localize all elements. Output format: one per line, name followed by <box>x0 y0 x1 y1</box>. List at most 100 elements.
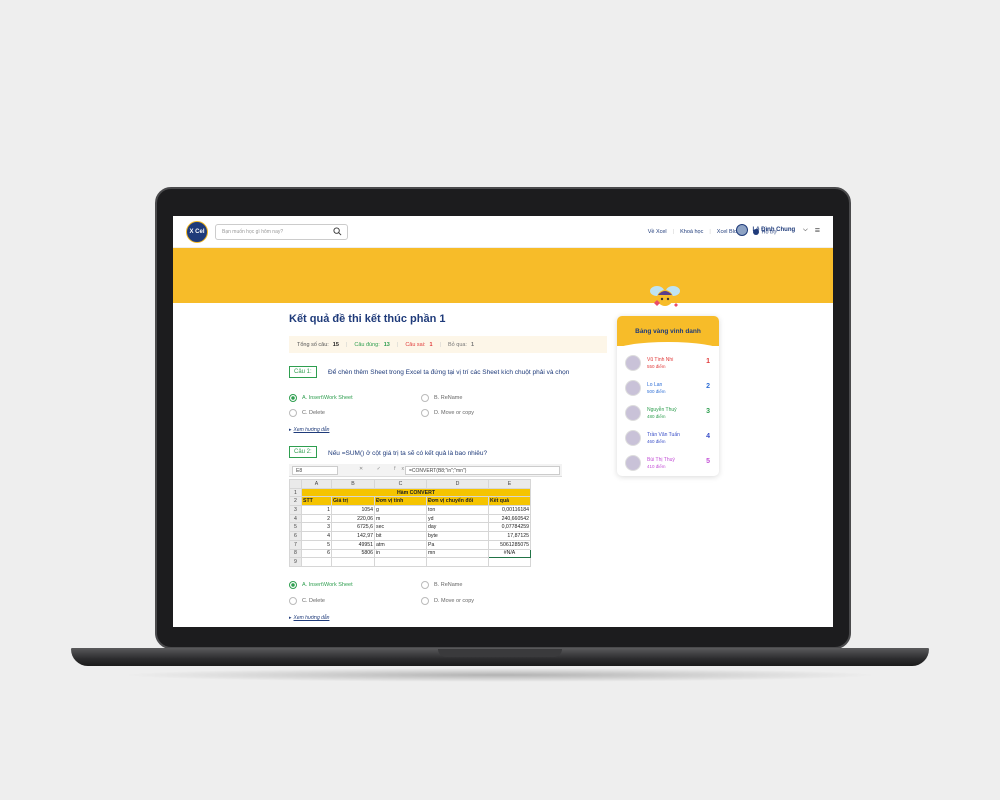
header-cell: Đơn vị chuyển đổi <box>426 496 489 507</box>
cell: 220,06 <box>331 513 375 524</box>
option-label: B. ReName <box>434 395 463 401</box>
header-cell: Giá trị <box>331 496 375 507</box>
search-icon[interactable] <box>333 227 342 236</box>
row-number: 1 <box>289 487 302 498</box>
q2-option-a[interactable]: A. Insert\Work Sheet <box>289 581 353 589</box>
selected-cell: #N/A <box>488 548 531 559</box>
nav-courses[interactable]: Khoá học <box>680 229 703 235</box>
avatar <box>625 405 641 421</box>
cell: 1 <box>301 505 332 515</box>
formula-text: =CONVERT(B8;"in";"mn") <box>405 466 560 475</box>
leaderboard-name: Nguyễn Thuý <box>647 406 677 413</box>
nav-divider: | <box>709 229 711 235</box>
leaderboard-rank: 3 <box>706 408 710 415</box>
laptop-notch <box>438 649 562 657</box>
user-name: Lê Đình Chung <box>752 227 796 233</box>
q1-option-b[interactable]: B. ReName <box>421 394 462 402</box>
cell: bit <box>374 531 427 541</box>
col-header: B <box>331 479 375 489</box>
radio-icon <box>289 597 297 605</box>
cell: 2 <box>301 513 332 524</box>
leaderboard-rank: 5 <box>706 458 710 465</box>
q2-option-d[interactable]: D. Move or copy <box>421 597 474 605</box>
q1-option-c[interactable]: C. Delete <box>289 409 325 417</box>
cell: sec <box>374 522 427 533</box>
leaderboard-rank: 1 <box>706 358 710 365</box>
cell: 0,07784259 <box>488 522 531 533</box>
summary-divider: | <box>345 341 348 348</box>
leaderboard-item[interactable]: Nguyễn Thuý 480 điểm 3 <box>625 403 713 423</box>
leaderboard-item[interactable]: Lo Lan 500 điểm 2 <box>625 378 713 398</box>
table-row: 8 6 5806 in mn #N/A <box>289 548 531 559</box>
row-number: 4 <box>289 513 302 524</box>
leaderboard-item[interactable]: Trần Văn Tuấn 460 điểm 4 <box>625 428 713 448</box>
table-row: 6 4 142,97 bit byte 17,87125 <box>289 531 531 541</box>
leaderboard-name: Vũ Tình Nhi <box>647 356 674 363</box>
header-cell: Kết quả <box>488 496 531 507</box>
question-1-text: Để chèn thêm Sheet trong Excel ta đứng t… <box>328 369 570 376</box>
table-row: 1 Hàm CONVERT <box>289 487 531 498</box>
search-input[interactable]: Bạn muốn học gì hôm nay? <box>215 224 348 240</box>
cell: mn <box>426 548 489 559</box>
site-logo[interactable]: X Cel <box>186 221 208 243</box>
table-row: 3 1 1054 g ton 0,00116184 <box>289 505 531 515</box>
row-number: 6 <box>289 531 302 541</box>
option-label: A. Insert\Work Sheet <box>302 582 353 588</box>
cell: in <box>374 548 427 559</box>
q2-hint-link[interactable]: Xem hướng dẫn <box>289 615 330 621</box>
row-number: 8 <box>289 548 302 559</box>
header-cell: Đơn vị tính <box>374 496 427 507</box>
fx-icon: ✕ ✓ fx <box>359 466 411 472</box>
total-label: Tổng số câu: <box>297 341 329 348</box>
chevron-down-icon[interactable]: ⌵ <box>803 227 808 234</box>
hamburger-menu-icon[interactable]: ≡ <box>815 225 820 235</box>
column-header-row: A B C D E <box>289 479 531 489</box>
avatar <box>625 355 641 371</box>
q1-option-a[interactable]: A. Insert\Work Sheet <box>289 394 353 402</box>
leaderboard-score: 460 điểm <box>647 438 666 444</box>
sheet-title: Hàm CONVERT <box>301 487 531 498</box>
leaderboard-rank: 4 <box>706 433 710 440</box>
avatar <box>735 224 748 236</box>
table-row: 4 2 220,06 m yd 240,660542 <box>289 513 531 524</box>
hero-banner <box>173 248 833 303</box>
cell: yd <box>426 513 489 524</box>
radio-selected-icon <box>289 394 297 402</box>
cell: 5806 <box>331 548 375 559</box>
cell: ton <box>426 505 489 515</box>
q2-option-c[interactable]: C. Delete <box>289 597 325 605</box>
q2-option-b[interactable]: B. ReName <box>421 581 462 589</box>
nav-about[interactable]: Về Xcel <box>648 229 667 235</box>
question-1-label: Câu 1: <box>289 366 317 378</box>
summary-divider: | <box>439 341 441 348</box>
excel-table: A B C D E 1 Hàm CONVERT 2 STT Giá trị Đơ… <box>289 479 531 567</box>
nav-divider: | <box>672 229 675 235</box>
cell <box>374 557 427 567</box>
cell: 6725,6 <box>331 522 375 533</box>
cell: 6 <box>301 548 332 559</box>
table-row: 2 STT Giá trị Đơn vị tính Đơn vị chuyển … <box>289 496 531 507</box>
q1-option-d[interactable]: D. Move or copy <box>421 409 474 417</box>
cell <box>488 557 531 567</box>
user-menu[interactable]: Lê Đình Chung ⌵ ≡ <box>735 224 820 236</box>
table-row: 7 5 49951 atm Pa 5061285075 <box>289 539 531 550</box>
option-label: C. Delete <box>302 598 325 604</box>
cell: 4 <box>301 531 332 541</box>
cell: Pa <box>426 539 489 550</box>
option-label: D. Move or copy <box>434 410 475 416</box>
cell: g <box>374 505 427 515</box>
right-count: 13 <box>383 341 390 348</box>
leaderboard-item[interactable]: Vũ Tình Nhi 550 điểm 1 <box>625 353 713 373</box>
col-header: A <box>301 479 332 489</box>
col-header: E <box>488 479 531 489</box>
table-row: 5 3 6725,6 sec day 0,07784259 <box>289 522 531 533</box>
right-label: Câu đúng: <box>354 341 380 348</box>
leaderboard-score: 410 điểm <box>647 463 666 469</box>
q1-hint-link[interactable]: Xem hướng dẫn <box>289 427 330 433</box>
option-label: B. ReName <box>434 582 463 588</box>
cell: m <box>374 513 427 524</box>
site-header: X Cel Bạn muốn học gì hôm nay? Về Xcel | … <box>173 216 833 248</box>
search-placeholder: Bạn muốn học gì hôm nay? <box>222 229 284 235</box>
cell: 1054 <box>331 505 375 515</box>
leaderboard-item[interactable]: Bùi Thị Thuý 410 điểm 5 <box>625 453 713 473</box>
